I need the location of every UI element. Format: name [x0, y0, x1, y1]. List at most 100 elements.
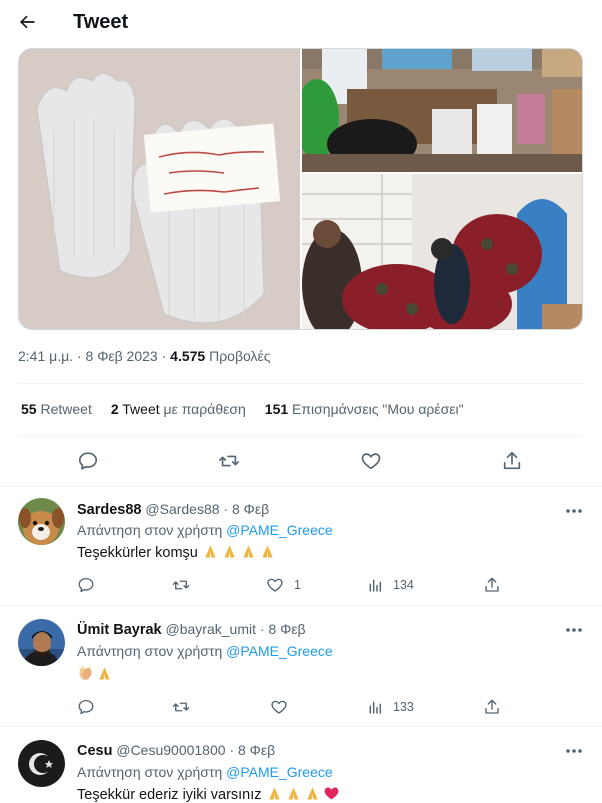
divider — [18, 383, 583, 384]
divider — [18, 436, 583, 437]
more-dots-icon — [566, 509, 582, 513]
user-handle[interactable]: @bayrak_umit — [166, 621, 256, 637]
reply-button[interactable] — [77, 697, 95, 717]
more-options-button[interactable] — [564, 503, 584, 519]
display-name[interactable]: Cesu — [77, 743, 112, 759]
likes-count: 151 — [264, 401, 289, 417]
reply-button[interactable] — [77, 575, 95, 595]
replying-to: Απάντηση στον χρήστη @PAME_Greece — [77, 764, 333, 780]
quotes-suffix: με παράθεση — [163, 401, 246, 417]
avatar[interactable] — [18, 498, 65, 545]
share-icon — [485, 577, 499, 592]
views-label: Προβολές — [209, 348, 271, 364]
mention-link[interactable]: @PAME_Greece — [226, 522, 333, 538]
more-options-button[interactable] — [564, 743, 584, 759]
quotes-stat[interactable]: 2 Tweet με παράθεση — [111, 401, 246, 417]
avatar[interactable] — [18, 740, 65, 787]
reply-icon — [78, 699, 94, 715]
reply-text: Teşekkür ederiz iyiki varsınız — [77, 785, 342, 803]
reply-header: Cesu @Cesu90001800 · 8 Φεβ — [77, 742, 275, 759]
separator: · — [229, 742, 235, 758]
separator: · — [259, 621, 265, 637]
views-count: 4.575 — [170, 348, 206, 364]
reply-tweet[interactable]: Ümit Bayrak @bayrak_umit · 8 Φεβ Απάντησ… — [0, 606, 602, 726]
reply-button[interactable] — [73, 446, 103, 476]
retweet-button[interactable] — [214, 446, 244, 476]
reply-date[interactable]: 8 Φεβ — [268, 621, 305, 637]
meta-separator: · — [161, 348, 167, 364]
retweet-icon — [172, 580, 190, 590]
reply-actions: 1 134 — [77, 575, 507, 595]
views-button[interactable]: 134 — [367, 575, 414, 595]
more-dots-icon — [566, 749, 582, 753]
reply-text — [77, 665, 115, 683]
avatar[interactable] — [18, 619, 65, 666]
like-button[interactable] — [270, 697, 288, 717]
reply-text-content: Teşekkürler komşu — [77, 545, 198, 561]
replying-to: Απάντηση στον χρήστη @PAME_Greece — [77, 522, 333, 538]
retweet-button[interactable] — [172, 575, 190, 595]
mention-link[interactable]: @PAME_Greece — [226, 764, 333, 780]
user-handle[interactable]: @Sardes88 — [145, 501, 219, 517]
quotes-label: Tweet — [122, 401, 160, 417]
display-name[interactable]: Sardes88 — [77, 502, 142, 518]
quotes-count: 2 — [110, 401, 119, 417]
tweet-actions — [18, 446, 583, 476]
retweets-label: Retweet — [40, 401, 92, 417]
top-bar: Tweet — [0, 0, 602, 44]
display-name[interactable]: Ümit Bayrak — [77, 622, 162, 638]
folded-hands-icon — [99, 667, 110, 680]
more-dots-icon — [566, 628, 582, 632]
reply-icon — [78, 452, 98, 470]
reply-date[interactable]: 8 Φεβ — [238, 742, 275, 758]
share-button[interactable] — [483, 697, 501, 717]
heart-icon — [267, 578, 283, 592]
reply-tweet[interactable]: Sardes88 @Sardes88 · 8 Φεβ Απάντηση στον… — [0, 487, 602, 605]
folded-hands-icon — [306, 787, 318, 800]
heart-icon — [271, 700, 287, 714]
photo-blankets[interactable] — [302, 174, 582, 329]
arrow-left-icon — [20, 15, 35, 29]
replying-prefix: Απάντηση στον χρήστη — [77, 643, 223, 659]
tweet-stats: 55 Retweet 2 Tweet με παράθεση 151 Επιση… — [21, 401, 483, 417]
tweet-time[interactable]: 2:41 μ.μ. — [18, 348, 73, 364]
folded-hands-icon — [268, 787, 280, 800]
folded-hands-icon — [243, 545, 254, 558]
mention-link[interactable]: @PAME_Greece — [226, 643, 333, 659]
retweet-icon — [172, 702, 190, 712]
red-heart-icon — [324, 787, 338, 800]
reply-text-content: Teşekkür ederiz iyiki varsınız — [77, 787, 262, 803]
replying-prefix: Απάντηση στον χρήστη — [77, 764, 223, 780]
reply-icon — [78, 577, 94, 593]
views-button[interactable]: 133 — [367, 697, 414, 717]
likes-stat[interactable]: 151 Επισημάνσεις "Μου αρέσει" — [265, 401, 464, 417]
photo-gloves[interactable] — [19, 49, 300, 329]
reply-header: Sardes88 @Sardes88 · 8 Φεβ — [77, 501, 269, 518]
retweet-icon — [219, 455, 239, 467]
tweet-timestamp: 2:41 μ.μ. · 8 Φεβ 2023 · 4.575 Προβολές — [18, 348, 271, 364]
user-handle[interactable]: @Cesu90001800 — [116, 742, 225, 758]
reply-date[interactable]: 8 Φεβ — [232, 501, 269, 517]
like-button[interactable] — [356, 446, 386, 476]
folded-hands-icon — [262, 545, 273, 558]
photo-supplies[interactable] — [302, 49, 582, 172]
more-options-button[interactable] — [564, 622, 584, 638]
like-count: 1 — [294, 578, 301, 592]
back-button[interactable] — [9, 4, 45, 40]
retweets-count: 55 — [21, 401, 37, 417]
folded-hands-icon — [224, 545, 235, 558]
like-button[interactable]: 1 — [266, 575, 301, 595]
likes-label: Επισημάνσεις "Μου αρέσει" — [292, 401, 464, 417]
replying-to: Απάντηση στον χρήστη @PAME_Greece — [77, 643, 333, 659]
retweets-stat[interactable]: 55 Retweet — [21, 401, 92, 417]
retweet-button[interactable] — [172, 697, 190, 717]
share-icon — [503, 451, 521, 470]
views-count: 133 — [393, 700, 414, 714]
folded-hands-icon — [205, 545, 216, 558]
reply-tweet[interactable]: Cesu @Cesu90001800 · 8 Φεβ Απάντηση στον… — [0, 727, 602, 803]
share-button[interactable] — [497, 446, 527, 476]
analytics-icon — [369, 579, 382, 592]
tweet-date[interactable]: 8 Φεβ 2023 — [86, 348, 158, 364]
clapping-hands-icon — [79, 666, 92, 681]
share-button[interactable] — [483, 575, 501, 595]
